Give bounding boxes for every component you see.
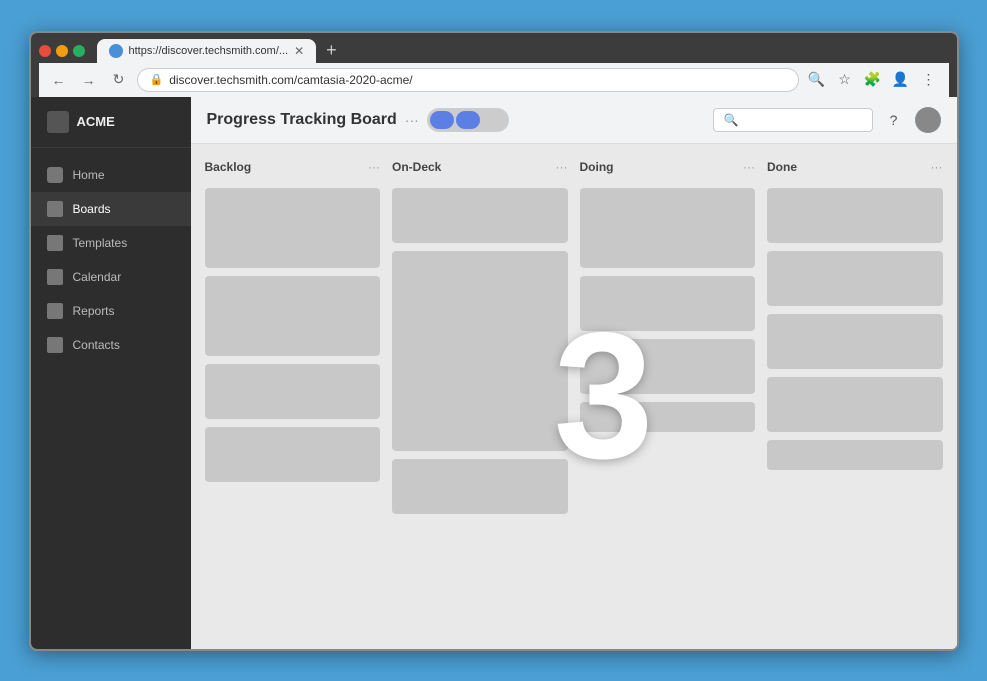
home-icon <box>47 167 63 183</box>
sidebar-label-home: Home <box>73 168 105 182</box>
sidebar-title: ACME <box>77 114 115 129</box>
column-title-backlog: Backlog <box>205 160 252 174</box>
board-title: Progress Tracking Board <box>207 111 397 129</box>
column-more-done[interactable]: ··· <box>931 160 943 174</box>
calendar-icon <box>47 269 63 285</box>
column-title-doing: Doing <box>580 160 614 174</box>
menu-icon[interactable]: ⋮ <box>917 68 941 92</box>
sidebar-header: ACME <box>31 97 191 148</box>
column-doing: Doing ··· <box>580 158 756 635</box>
card[interactable] <box>580 276 756 331</box>
view-toggle[interactable] <box>427 108 509 132</box>
forward-button[interactable]: → <box>77 68 101 92</box>
card[interactable] <box>767 377 943 432</box>
board-more-icon[interactable]: ··· <box>405 112 419 128</box>
maximize-button[interactable] <box>73 45 85 57</box>
sidebar-item-reports[interactable]: Reports <box>31 294 191 328</box>
board-area: Backlog ··· On-Deck ··· <box>191 144 957 649</box>
main-content: Progress Tracking Board ··· 🔍 ? <box>191 97 957 649</box>
sidebar-nav: Home Boards Templates Calendar Reports <box>31 148 191 649</box>
search-icon: 🔍 <box>724 113 739 127</box>
boards-icon <box>47 201 63 217</box>
sidebar-label-calendar: Calendar <box>73 270 122 284</box>
close-button[interactable] <box>39 45 51 57</box>
card[interactable] <box>767 440 943 470</box>
top-bar-actions: 🔍 ? <box>713 107 941 133</box>
column-header-on-deck: On-Deck ··· <box>392 158 568 180</box>
sidebar-label-boards: Boards <box>73 202 111 216</box>
user-avatar[interactable] <box>915 107 941 133</box>
search-browser-icon[interactable]: 🔍 <box>805 68 829 92</box>
sidebar-item-boards[interactable]: Boards <box>31 192 191 226</box>
column-header-doing: Doing ··· <box>580 158 756 180</box>
tab-close-icon[interactable]: ✕ <box>294 44 304 58</box>
browser-window: https://discover.techsmith.com/... ✕ + ←… <box>29 31 959 651</box>
column-on-deck: On-Deck ··· <box>392 158 568 635</box>
sidebar-item-contacts[interactable]: Contacts <box>31 328 191 362</box>
card[interactable] <box>205 427 381 482</box>
templates-icon <box>47 235 63 251</box>
lock-icon: 🔒 <box>150 73 164 86</box>
column-more-on-deck[interactable]: ··· <box>556 160 568 174</box>
sidebar-item-templates[interactable]: Templates <box>31 226 191 260</box>
search-bar[interactable]: 🔍 <box>713 108 873 132</box>
new-tab-button[interactable]: + <box>320 40 343 61</box>
column-more-doing[interactable]: ··· <box>743 160 755 174</box>
toggle-btn-1[interactable] <box>430 111 454 129</box>
address-text: discover.techsmith.com/camtasia-2020-acm… <box>169 73 785 87</box>
card[interactable] <box>767 314 943 369</box>
column-more-backlog[interactable]: ··· <box>368 160 380 174</box>
card[interactable] <box>205 364 381 419</box>
card[interactable] <box>580 188 756 268</box>
sidebar-item-home[interactable]: Home <box>31 158 191 192</box>
tab-favicon <box>109 44 123 58</box>
card[interactable] <box>392 188 568 243</box>
card[interactable] <box>580 402 756 432</box>
profile-icon[interactable]: 👤 <box>889 68 913 92</box>
bookmark-icon[interactable]: ☆ <box>833 68 857 92</box>
app-container: ACME Home Boards Templates Calendar <box>31 97 957 649</box>
column-backlog: Backlog ··· <box>205 158 381 635</box>
card[interactable] <box>205 276 381 356</box>
browser-actions: 🔍 ☆ 🧩 👤 ⋮ <box>805 68 941 92</box>
tab-bar: https://discover.techsmith.com/... ✕ + <box>39 39 949 63</box>
column-title-done: Done <box>767 160 797 174</box>
reports-icon <box>47 303 63 319</box>
sidebar-label-contacts: Contacts <box>73 338 120 352</box>
contacts-icon <box>47 337 63 353</box>
card[interactable] <box>205 188 381 268</box>
sidebar-label-reports: Reports <box>73 304 115 318</box>
window-controls <box>39 45 85 57</box>
address-bar-row: ← → ↻ 🔒 discover.techsmith.com/camtasia-… <box>39 63 949 97</box>
column-header-done: Done ··· <box>767 158 943 180</box>
reload-button[interactable]: ↻ <box>107 68 131 92</box>
card[interactable] <box>580 339 756 394</box>
help-button[interactable]: ? <box>881 107 907 133</box>
browser-tab[interactable]: https://discover.techsmith.com/... ✕ <box>97 39 317 63</box>
toggle-btn-2[interactable] <box>456 111 480 129</box>
sidebar: ACME Home Boards Templates Calendar <box>31 97 191 649</box>
column-header-backlog: Backlog ··· <box>205 158 381 180</box>
column-title-on-deck: On-Deck <box>392 160 441 174</box>
card[interactable] <box>767 188 943 243</box>
sidebar-item-calendar[interactable]: Calendar <box>31 260 191 294</box>
top-bar: Progress Tracking Board ··· 🔍 ? <box>191 97 957 144</box>
column-done: Done ··· <box>767 158 943 635</box>
extensions-icon[interactable]: 🧩 <box>861 68 885 92</box>
sidebar-label-templates: Templates <box>73 236 128 250</box>
toggle-btn-3[interactable] <box>482 111 506 129</box>
browser-chrome: https://discover.techsmith.com/... ✕ + ←… <box>31 33 957 97</box>
card[interactable] <box>767 251 943 306</box>
board-title-area: Progress Tracking Board ··· <box>207 108 509 132</box>
sidebar-logo <box>47 111 69 133</box>
tab-label: https://discover.techsmith.com/... <box>129 45 289 57</box>
columns-container: Backlog ··· On-Deck ··· <box>205 158 943 635</box>
address-bar[interactable]: 🔒 discover.techsmith.com/camtasia-2020-a… <box>137 68 799 92</box>
card[interactable] <box>392 459 568 514</box>
card[interactable] <box>392 251 568 451</box>
minimize-button[interactable] <box>56 45 68 57</box>
back-button[interactable]: ← <box>47 68 71 92</box>
